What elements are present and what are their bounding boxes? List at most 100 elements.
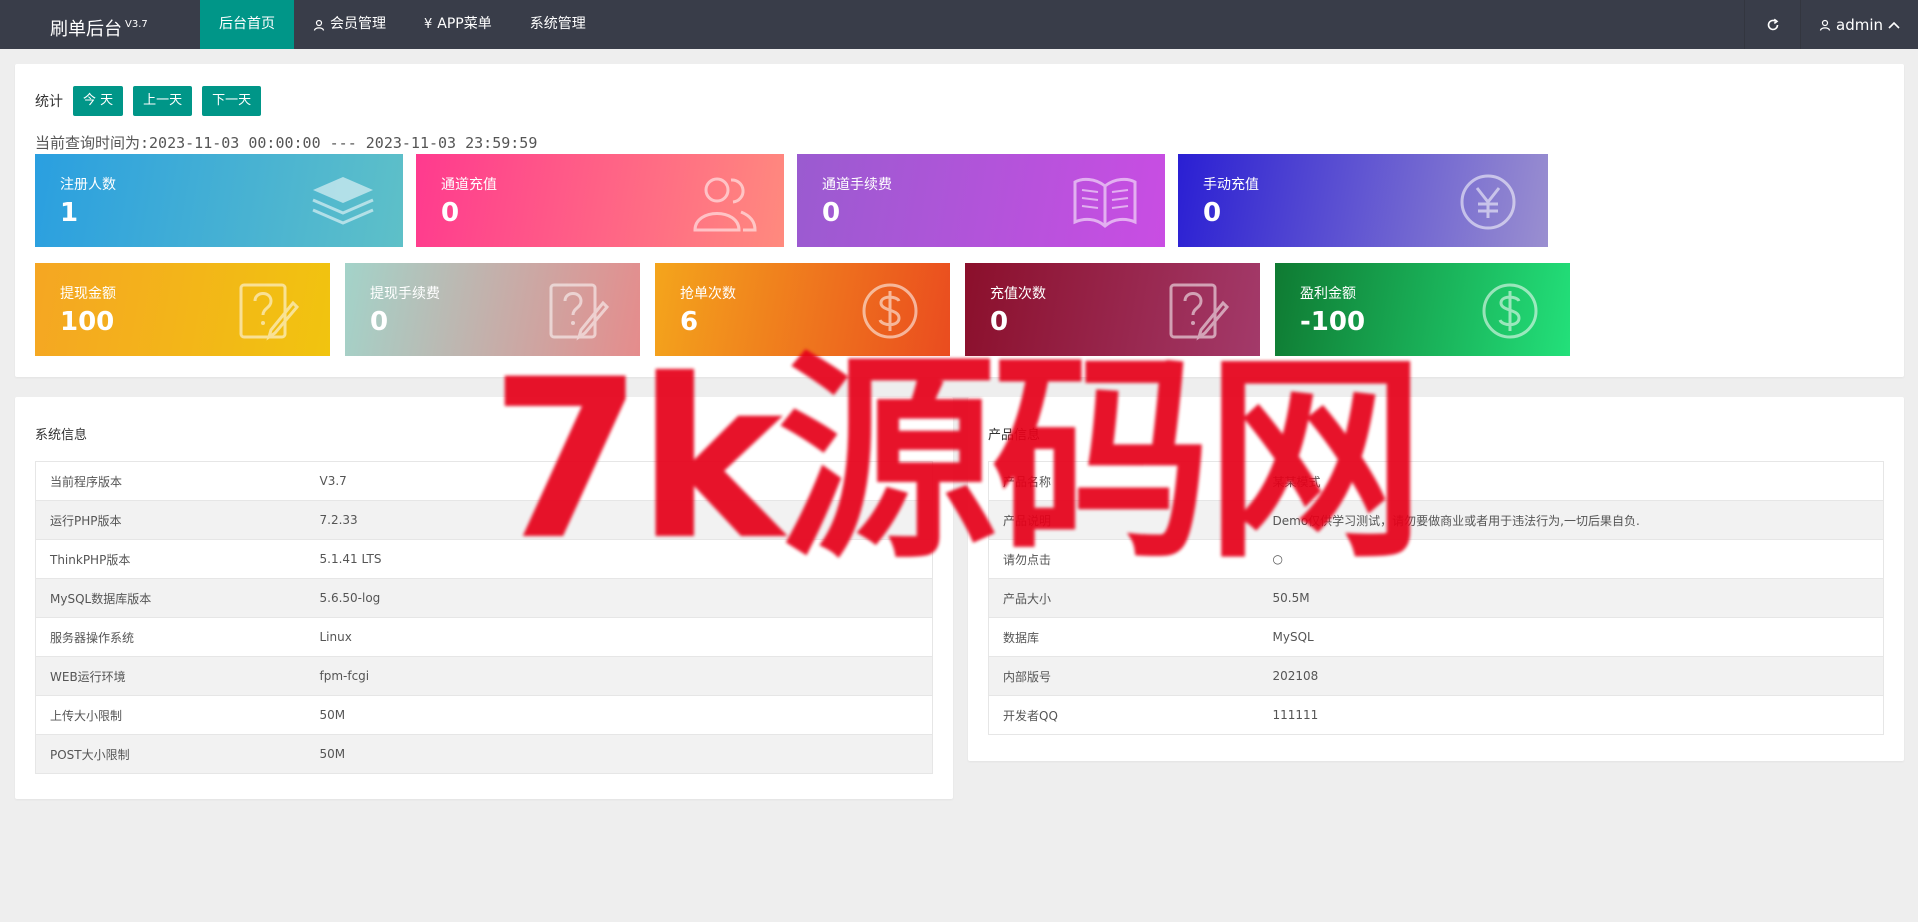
stat-card-value: 0	[822, 198, 841, 228]
table-row: 当前程序版本 V3.7	[35, 461, 933, 501]
top-header: 刷单后台 V3.7 后台首页 会员管理 ¥ APP菜单 系统管理 admin	[0, 0, 1918, 49]
today-button[interactable]: 今 天	[73, 86, 124, 116]
table-row: WEB运行环境 fpm-fcgi	[35, 656, 933, 696]
stat-card-value: 0	[1203, 198, 1222, 228]
dollar-circle-icon	[855, 281, 925, 341]
stat-card-title: 手动充值	[1203, 177, 1259, 193]
app-logo[interactable]: 刷单后台 V3.7	[50, 0, 148, 49]
table-row: 请勿点击 ○	[988, 539, 1884, 579]
table-row: 运行PHP版本 7.2.33	[35, 500, 933, 540]
table-row: 产品大小 50.5M	[988, 578, 1884, 618]
product-info-table: 产品名称 某某模式 产品说明 Demo仅供学习测试，请勿要做商业或者用于违法行为,一切…	[988, 461, 1884, 735]
stat-card-title: 提现金额	[60, 286, 116, 302]
layers-icon	[308, 172, 378, 232]
row-value: 某某模式	[1258, 461, 1884, 501]
nav-system[interactable]: 系统管理	[511, 0, 605, 49]
row-key: 产品大小	[988, 578, 1259, 618]
refresh-icon	[1767, 18, 1778, 30]
table-row: 上传大小限制 50M	[35, 695, 933, 735]
row-key: MySQL数据库版本	[35, 578, 306, 618]
product-info-panel: 产品信息 产品名称 某某模式 产品说明 Demo仅供学习测试，请勿要做商业或者用于违法…	[968, 397, 1904, 761]
stat-card-title: 抢单次数	[680, 286, 736, 302]
user-icon	[1819, 19, 1831, 31]
stat-card-value: 1	[60, 198, 79, 228]
nav-label: 会员管理	[330, 16, 386, 32]
stat-card-value: 6	[680, 307, 699, 337]
row-value: ○	[1258, 539, 1884, 579]
row-value: 111111	[1258, 695, 1884, 735]
yen-icon: ¥	[424, 17, 433, 32]
row-key: ThinkPHP版本	[35, 539, 306, 579]
dollar-circle-icon	[1475, 281, 1545, 341]
table-row: 产品说明 Demo仅供学习测试，请勿要做商业或者用于违法行为,一切后果自负.	[988, 500, 1884, 540]
stat-card: 充值次数 0	[965, 263, 1260, 356]
row-value: MySQL	[1258, 617, 1884, 657]
stat-card: 手动充值 0	[1178, 154, 1548, 247]
system-info-panel: 系统信息 当前程序版本 V3.7 运行PHP版本 7.2.33 ThinkPHP版本 5.…	[15, 397, 953, 799]
username: admin	[1836, 15, 1883, 34]
user-icon	[313, 19, 325, 31]
nav-app-menu[interactable]: ¥ APP菜单	[405, 0, 511, 49]
stat-card-title: 盈利金额	[1300, 286, 1356, 302]
row-value: 50.5M	[1258, 578, 1884, 618]
table-row: 数据库 MySQL	[988, 617, 1884, 657]
row-value: 50M	[305, 695, 933, 735]
row-key: 数据库	[988, 617, 1259, 657]
stat-card-value: 0	[441, 198, 460, 228]
stat-card: 提现手续费 0	[345, 263, 640, 356]
row-key: 请勿点击	[988, 539, 1259, 579]
row-value: 7.2.33	[305, 500, 933, 540]
nav-members[interactable]: 会员管理	[294, 0, 405, 49]
edit-question-icon	[545, 281, 615, 341]
row-key: 服务器操作系统	[35, 617, 306, 657]
header-right: admin	[1744, 0, 1918, 49]
product-info-title: 产品信息	[988, 428, 1041, 443]
stat-card-value: -100	[1300, 307, 1366, 337]
user-menu[interactable]: admin	[1800, 0, 1918, 49]
nav-home[interactable]: 后台首页	[200, 0, 294, 49]
stat-card: 通道充值 0	[416, 154, 784, 247]
stat-card: 抢单次数 6	[655, 263, 950, 356]
row-key: 上传大小限制	[35, 695, 306, 735]
stats-toolbar: 统计 今 天 上一天 下一天	[35, 86, 262, 116]
stats-label: 统计	[35, 94, 63, 110]
row-key: 开发者QQ	[988, 695, 1259, 735]
edit-question-icon	[235, 281, 305, 341]
row-value: 50M	[305, 734, 933, 774]
table-row: ThinkPHP版本 5.1.41 LTS	[35, 539, 933, 579]
row-value: Demo仅供学习测试，请勿要做商业或者用于违法行为,一切后果自负.	[1258, 500, 1884, 540]
stat-card: 盈利金额 -100	[1275, 263, 1570, 356]
table-row: 内部版号 202108	[988, 656, 1884, 696]
refresh-button[interactable]	[1744, 0, 1800, 49]
app-title: 刷单后台	[50, 19, 122, 40]
row-value: V3.7	[305, 461, 933, 501]
next-day-button[interactable]: 下一天	[202, 86, 262, 116]
stat-card: 通道手续费 0	[797, 154, 1165, 247]
prev-day-button[interactable]: 上一天	[133, 86, 193, 116]
row-value: 5.1.41 LTS	[305, 539, 933, 579]
stat-card-title: 通道充值	[441, 177, 497, 193]
users-icon	[689, 172, 759, 232]
edit-question-icon	[1165, 281, 1235, 341]
book-icon	[1070, 172, 1140, 232]
nav-label: APP菜单	[437, 16, 492, 32]
row-key: 当前程序版本	[35, 461, 306, 501]
row-key: WEB运行环境	[35, 656, 306, 696]
table-row: 开发者QQ 111111	[988, 695, 1884, 735]
stat-card: 注册人数 1	[35, 154, 403, 247]
stats-panel: 统计 今 天 上一天 下一天 当前查询时间为:2023-11-03 00:00:…	[15, 64, 1904, 377]
nav-label: 系统管理	[529, 16, 586, 32]
stat-card: 提现金额 100	[35, 263, 330, 356]
row-key: 产品说明	[988, 500, 1259, 540]
system-info-title: 系统信息	[35, 428, 88, 443]
table-row: POST大小限制 50M	[35, 734, 933, 774]
row-key: POST大小限制	[35, 734, 306, 774]
table-row: 服务器操作系统 Linux	[35, 617, 933, 657]
stat-card-value: 100	[60, 307, 115, 337]
stat-card-title: 充值次数	[990, 286, 1046, 302]
row-key: 产品名称	[988, 461, 1259, 501]
chevron-up-icon	[1888, 21, 1900, 29]
stat-card-value: 0	[370, 307, 389, 337]
top-nav: 后台首页 会员管理 ¥ APP菜单 系统管理	[200, 0, 605, 49]
row-value: Linux	[305, 617, 933, 657]
